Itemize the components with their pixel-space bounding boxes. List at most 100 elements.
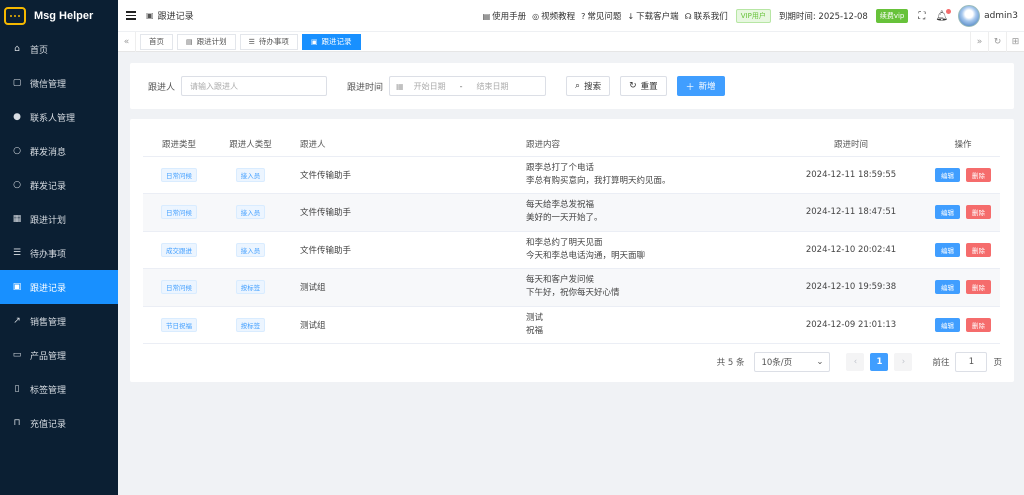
table-row: 日常问候 接入员 文件传输助手 每天给李总发祝福 美好的一天开始了。 2024-12-11… (143, 193, 1000, 232)
chevron-down-icon: ⌄ (816, 357, 824, 367)
cell-person-type: 接入员 (215, 231, 286, 269)
table-row: 成交跟进 接入员 文件传输助手 和李总约了明天见面 今天和李总电话沟通，明天面聊 2024… (143, 231, 1000, 269)
notification-dot (946, 8, 952, 14)
person-type-tag: 接入员 (235, 242, 266, 257)
page-1-button[interactable]: 1 (870, 353, 889, 371)
reset-button[interactable]: ↻ 重置 (620, 76, 667, 96)
tag-icon: ▣ (310, 37, 318, 46)
header-link[interactable]: ☊ 联系我们 (685, 10, 728, 23)
sidebar-item[interactable]: ▯ 标签管理 (0, 372, 118, 406)
header-link[interactable]: ↓ 下载客户端 (627, 10, 678, 23)
page-size-select[interactable]: 10条/页 ⌄ (754, 352, 831, 372)
person-type-tag: 按标签 (235, 280, 266, 295)
calendar-icon: ▦ (12, 214, 22, 224)
sidebar-item[interactable]: ▣ 跟进记录 (0, 270, 118, 304)
cell-content: 跟李总打了个电话 李总有购买意向，我打算明天约见面。 (526, 156, 776, 194)
prev-page-button[interactable]: ‹ (846, 353, 865, 371)
content-line-1: 每天给李总发祝福 (526, 200, 595, 211)
sidebar-item[interactable]: ⊓ 充值记录 (0, 406, 118, 440)
table-header-row: 跟进类型 跟进人类型 跟进人 跟进内容 跟进时间 操作 (143, 132, 1000, 157)
type-tag: 日常问候 (161, 167, 197, 182)
scroll-right-icon[interactable]: » (970, 32, 988, 52)
search-button-label: 搜索 (584, 82, 602, 92)
edit-button[interactable]: 编辑 (935, 205, 960, 220)
sidebar-item[interactable]: ▭ 产品管理 (0, 338, 118, 372)
fullscreen-icon[interactable]: ⛶ (918, 11, 925, 22)
header-link-label: 使用手册 (492, 12, 527, 22)
start-date-input[interactable]: 开始日期 (414, 81, 446, 92)
delete-button[interactable]: 删除 (966, 317, 991, 332)
cell-person: 文件传输助手 (286, 156, 526, 194)
delete-button[interactable]: 删除 (966, 280, 991, 295)
header-link-label: 联系我们 (693, 12, 728, 22)
bell-icon[interactable]: 🔔︎ (935, 8, 952, 22)
top-header: ▣ 跟进记录 ▤ 使用手册 ◎ 视频教程? 常见问题 ↓ 下载客户端 ☊ 联系我们 VIP用户 … (118, 0, 1024, 32)
grid-icon[interactable]: ⊞ (1006, 32, 1024, 52)
goto-page-input[interactable]: 1 (955, 352, 988, 372)
col-person: 跟进人 (286, 132, 526, 157)
sidebar-item[interactable]: ○ 群发消息 (0, 134, 118, 168)
date-range-picker[interactable]: ▦ 开始日期 - 结束日期 (389, 76, 547, 96)
delete-button[interactable]: 删除 (966, 242, 991, 257)
delete-button[interactable]: 删除 (966, 205, 991, 220)
type-tag: 成交跟进 (161, 242, 197, 257)
edit-button[interactable]: 编辑 (935, 167, 960, 182)
cell-time: 2024-12-11 18:59:55 (776, 156, 926, 194)
col-person-type: 跟进人类型 (215, 132, 286, 157)
cell-person-type: 接入员 (215, 156, 286, 194)
scroll-left-icon[interactable]: « (118, 31, 136, 52)
sidebar-item-label: 跟进记录 (30, 283, 67, 294)
sidebar-item[interactable]: ▢ 微信管理 (0, 66, 118, 100)
person-type-tag: 接入员 (235, 167, 266, 182)
edit-button[interactable]: 编辑 (935, 317, 960, 332)
header-links: ▤ 使用手册 ◎ 视频教程 ? 常见问题 ↓ 下载客户端 ☊ 联系我们 (482, 10, 734, 23)
menu-toggle-icon[interactable] (126, 11, 136, 20)
header-link[interactable]: ? 常见问题 (581, 10, 621, 23)
sidebar-item[interactable]: ▦ 跟进计划 (0, 202, 118, 236)
add-button-label: 新增 (698, 82, 716, 92)
tag-label: 待办事项 (258, 37, 289, 46)
add-button[interactable]: ＋新增 (676, 76, 725, 96)
cell-actions: 编辑 删除 (926, 231, 1000, 269)
search-button[interactable]: ⌕ 搜索 (566, 76, 611, 96)
sidebar-item[interactable]: ○ 群发记录 (0, 168, 118, 202)
edit-button[interactable]: 编辑 (935, 280, 960, 295)
sidebar-item[interactable]: ☰ 待办事项 (0, 236, 118, 270)
sidebar-item-label: 群发记录 (30, 181, 67, 192)
cell-content: 每天给李总发祝福 美好的一天开始了。 (526, 193, 776, 232)
sidebar-item[interactable]: ● 联系人管理 (0, 100, 118, 134)
edit-button[interactable]: 编辑 (935, 242, 960, 257)
tag-item[interactable]: ☰ 待办事项 (239, 33, 298, 50)
end-date-input[interactable]: 结束日期 (476, 81, 508, 92)
cell-actions: 编辑 删除 (926, 193, 1000, 232)
briefcase-icon: ▣ (12, 282, 22, 292)
renew-vip-button[interactable]: 续费vip (875, 9, 909, 23)
header-link-icon: ▤ (482, 11, 491, 21)
logo-chat-icon (4, 7, 26, 25)
username[interactable]: admin3 (984, 11, 1018, 21)
refresh-icon[interactable]: ↻ (988, 32, 1006, 52)
message-record-icon: ○ (13, 180, 21, 190)
header-link[interactable]: ▤ 使用手册 (482, 10, 527, 23)
tag-item[interactable]: ▤ 跟进计划 (177, 33, 236, 50)
header-link[interactable]: ◎ 视频教程 (532, 10, 575, 23)
tags-view-bar: « 首页 ▤ 跟进计划 ☰ 待办事项 ▣ 跟进记录 » ↻ ⊞ (118, 31, 1024, 52)
tag-item[interactable]: 首页 (140, 33, 173, 50)
table-row: 节日祝福 按标签 测试组 测试 祝福 2024-12-09 21:01:13 编辑 删除 (143, 306, 1000, 344)
cell-person: 文件传输助手 (286, 231, 526, 269)
type-tag: 日常问候 (161, 205, 197, 220)
next-page-button[interactable]: › (894, 353, 913, 371)
sidebar-item[interactable]: ⌂ 首页 (0, 32, 118, 66)
bookmark-icon: ▯ (14, 384, 20, 394)
delete-button[interactable]: 删除 (966, 167, 991, 182)
follower-input[interactable]: 请输入跟进人 (181, 76, 328, 96)
tag-item[interactable]: ▣ 跟进记录 (301, 33, 361, 50)
plus-icon: ＋ (685, 82, 695, 93)
sidebar-item-label: 首页 (30, 45, 49, 56)
avatar[interactable] (958, 5, 981, 27)
cell-type: 节日祝福 (143, 306, 215, 344)
home-icon: ⌂ (14, 44, 20, 54)
sidebar-item[interactable]: ↗ 销售管理 (0, 304, 118, 338)
table-row: 日常问候 接入员 文件传输助手 跟李总打了个电话 李总有购买意向，我打算明天约见面。 20… (143, 156, 1000, 194)
content-line-2: 今天和李总电话沟通，明天面聊 (526, 250, 646, 261)
